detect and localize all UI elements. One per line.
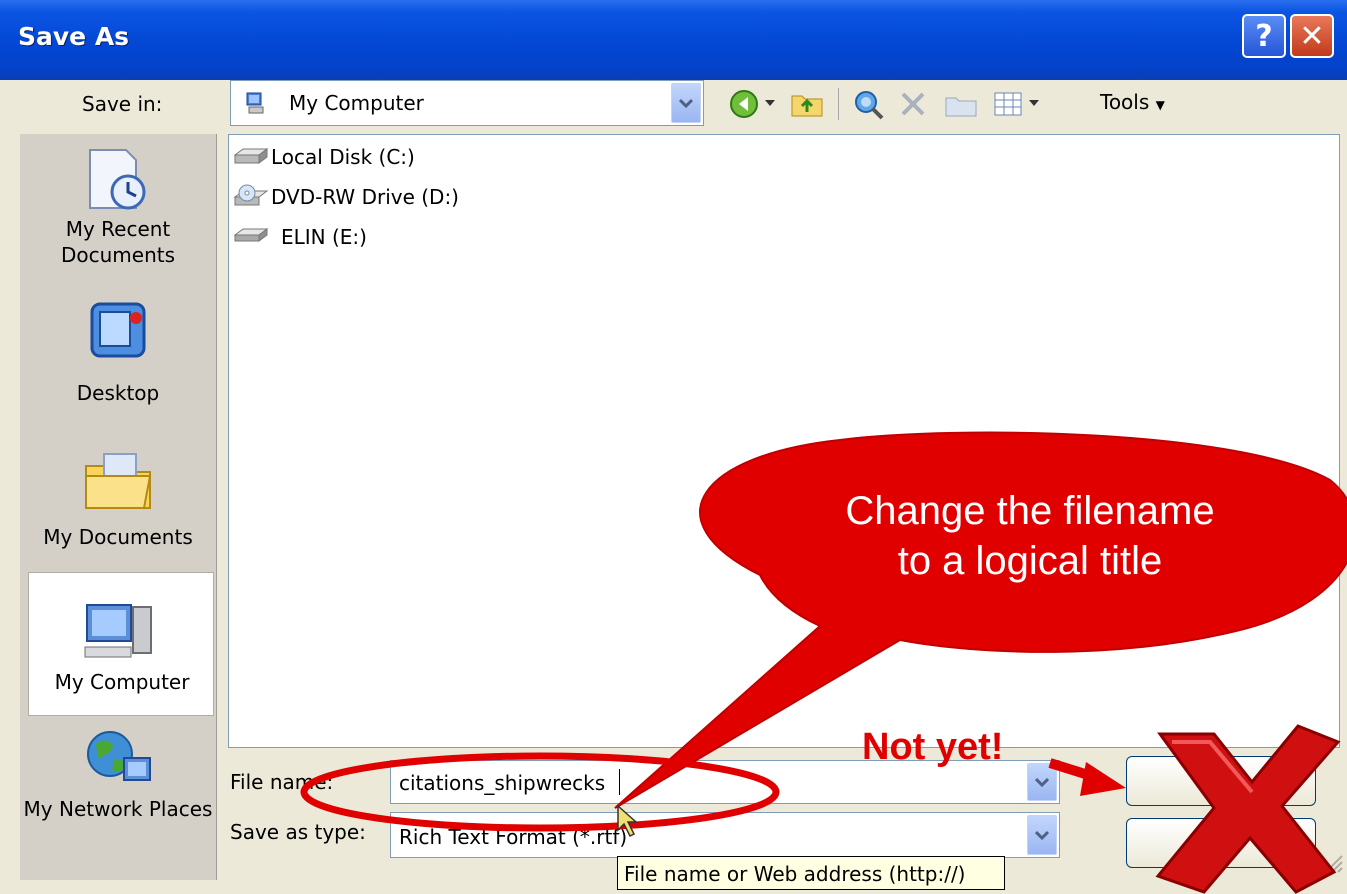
file-item-label: ELIN (E:) (281, 225, 367, 249)
close-button[interactable]: ✕ (1290, 14, 1334, 58)
place-label: My Network Places (23, 797, 213, 821)
dvd-drive-icon (233, 184, 269, 206)
list-item[interactable]: DVD-RW Drive (D:) (233, 181, 459, 213)
title-bar[interactable]: Save As ? ✕ (0, 0, 1347, 80)
place-label: My Recent Documents (60, 217, 176, 267)
places-bar: My Recent Documents Desktop My Documents (20, 134, 217, 880)
file-name-label: File name: (230, 770, 334, 794)
toolbar-separator (838, 88, 839, 120)
help-button[interactable]: ? (1242, 14, 1286, 58)
my-computer-small-icon (246, 92, 264, 114)
save-as-type-dropdown[interactable]: Rich Text Format (*.rtf) (390, 812, 1060, 858)
save-as-dialog: Save As ? ✕ Save in: My Computer Tools ▼… (0, 0, 1347, 894)
desktop-icon (90, 302, 146, 358)
toolbar: Tools ▼ (720, 82, 1200, 122)
views-icon[interactable] (992, 88, 1024, 120)
search-web-icon[interactable] (852, 88, 886, 120)
chevron-down-icon (679, 98, 693, 108)
network-places-icon (87, 731, 151, 781)
my-computer-icon (84, 604, 152, 658)
save-as-type-label: Save as type: (230, 820, 366, 844)
file-item-label: Local Disk (C:) (271, 145, 415, 169)
list-item[interactable]: Local Disk (C:) (233, 141, 415, 173)
place-my-computer[interactable]: My Computer (28, 572, 214, 716)
save-in-dropdown-button[interactable] (671, 83, 701, 123)
resize-grip-icon[interactable] (1320, 850, 1344, 874)
save-in-label: Save in: (82, 92, 163, 116)
my-documents-icon (85, 453, 152, 509)
delete-icon[interactable] (898, 88, 928, 120)
window-title: Save As (18, 22, 130, 51)
save-in-value: My Computer (289, 91, 424, 115)
removable-drive-icon (233, 228, 269, 242)
list-item[interactable]: ELIN (E:) (233, 221, 367, 253)
place-my-network-places[interactable]: My Network Places (20, 724, 216, 874)
save-as-type-value: Rich Text Format (*.rtf) (399, 825, 628, 849)
file-name-dropdown-button[interactable] (1027, 763, 1057, 801)
new-folder-icon[interactable] (944, 88, 980, 120)
tools-dropdown-icon: ▼ (1155, 98, 1165, 112)
save-button[interactable] (1126, 756, 1316, 806)
save-in-dropdown[interactable]: My Computer (230, 80, 704, 126)
callout-text: Change the filename to a logical title (760, 486, 1300, 586)
callout-line-1: Change the filename (845, 489, 1215, 533)
file-name-tooltip: File name or Web address (http://) (617, 856, 1005, 890)
callout-line-2: to a logical title (897, 539, 1163, 583)
back-icon[interactable] (728, 88, 760, 120)
close-icon: ✕ (1299, 18, 1325, 54)
place-my-recent-documents[interactable]: My Recent Documents (20, 134, 216, 274)
place-desktop[interactable]: Desktop (20, 284, 216, 414)
place-my-documents[interactable]: My Documents (20, 424, 216, 564)
views-dropdown-icon[interactable] (1028, 98, 1040, 108)
back-dropdown-icon[interactable] (764, 98, 776, 108)
place-label: My Documents (43, 525, 193, 549)
file-list[interactable]: Local Disk (C:) DVD-RW Drive (D:) ELIN (… (228, 134, 1340, 748)
tools-label: Tools (1100, 90, 1150, 114)
place-label: Desktop (76, 381, 160, 405)
help-icon: ? (1255, 18, 1273, 54)
tools-menu[interactable]: Tools ▼ (1100, 90, 1165, 114)
hard-disk-icon (233, 148, 269, 164)
recent-documents-icon (89, 149, 146, 210)
file-name-value: citations_shipwrecks (399, 771, 606, 795)
chevron-down-icon (1035, 830, 1049, 840)
save-as-type-dropdown-button[interactable] (1027, 815, 1057, 855)
cancel-button[interactable] (1126, 818, 1316, 868)
not-yet-label: Not yet! (862, 726, 1004, 768)
chevron-down-icon (1035, 777, 1049, 787)
up-folder-icon[interactable] (790, 88, 824, 120)
file-item-label: DVD-RW Drive (D:) (271, 185, 459, 209)
place-label: My Computer (54, 670, 190, 694)
text-cursor (619, 769, 620, 795)
